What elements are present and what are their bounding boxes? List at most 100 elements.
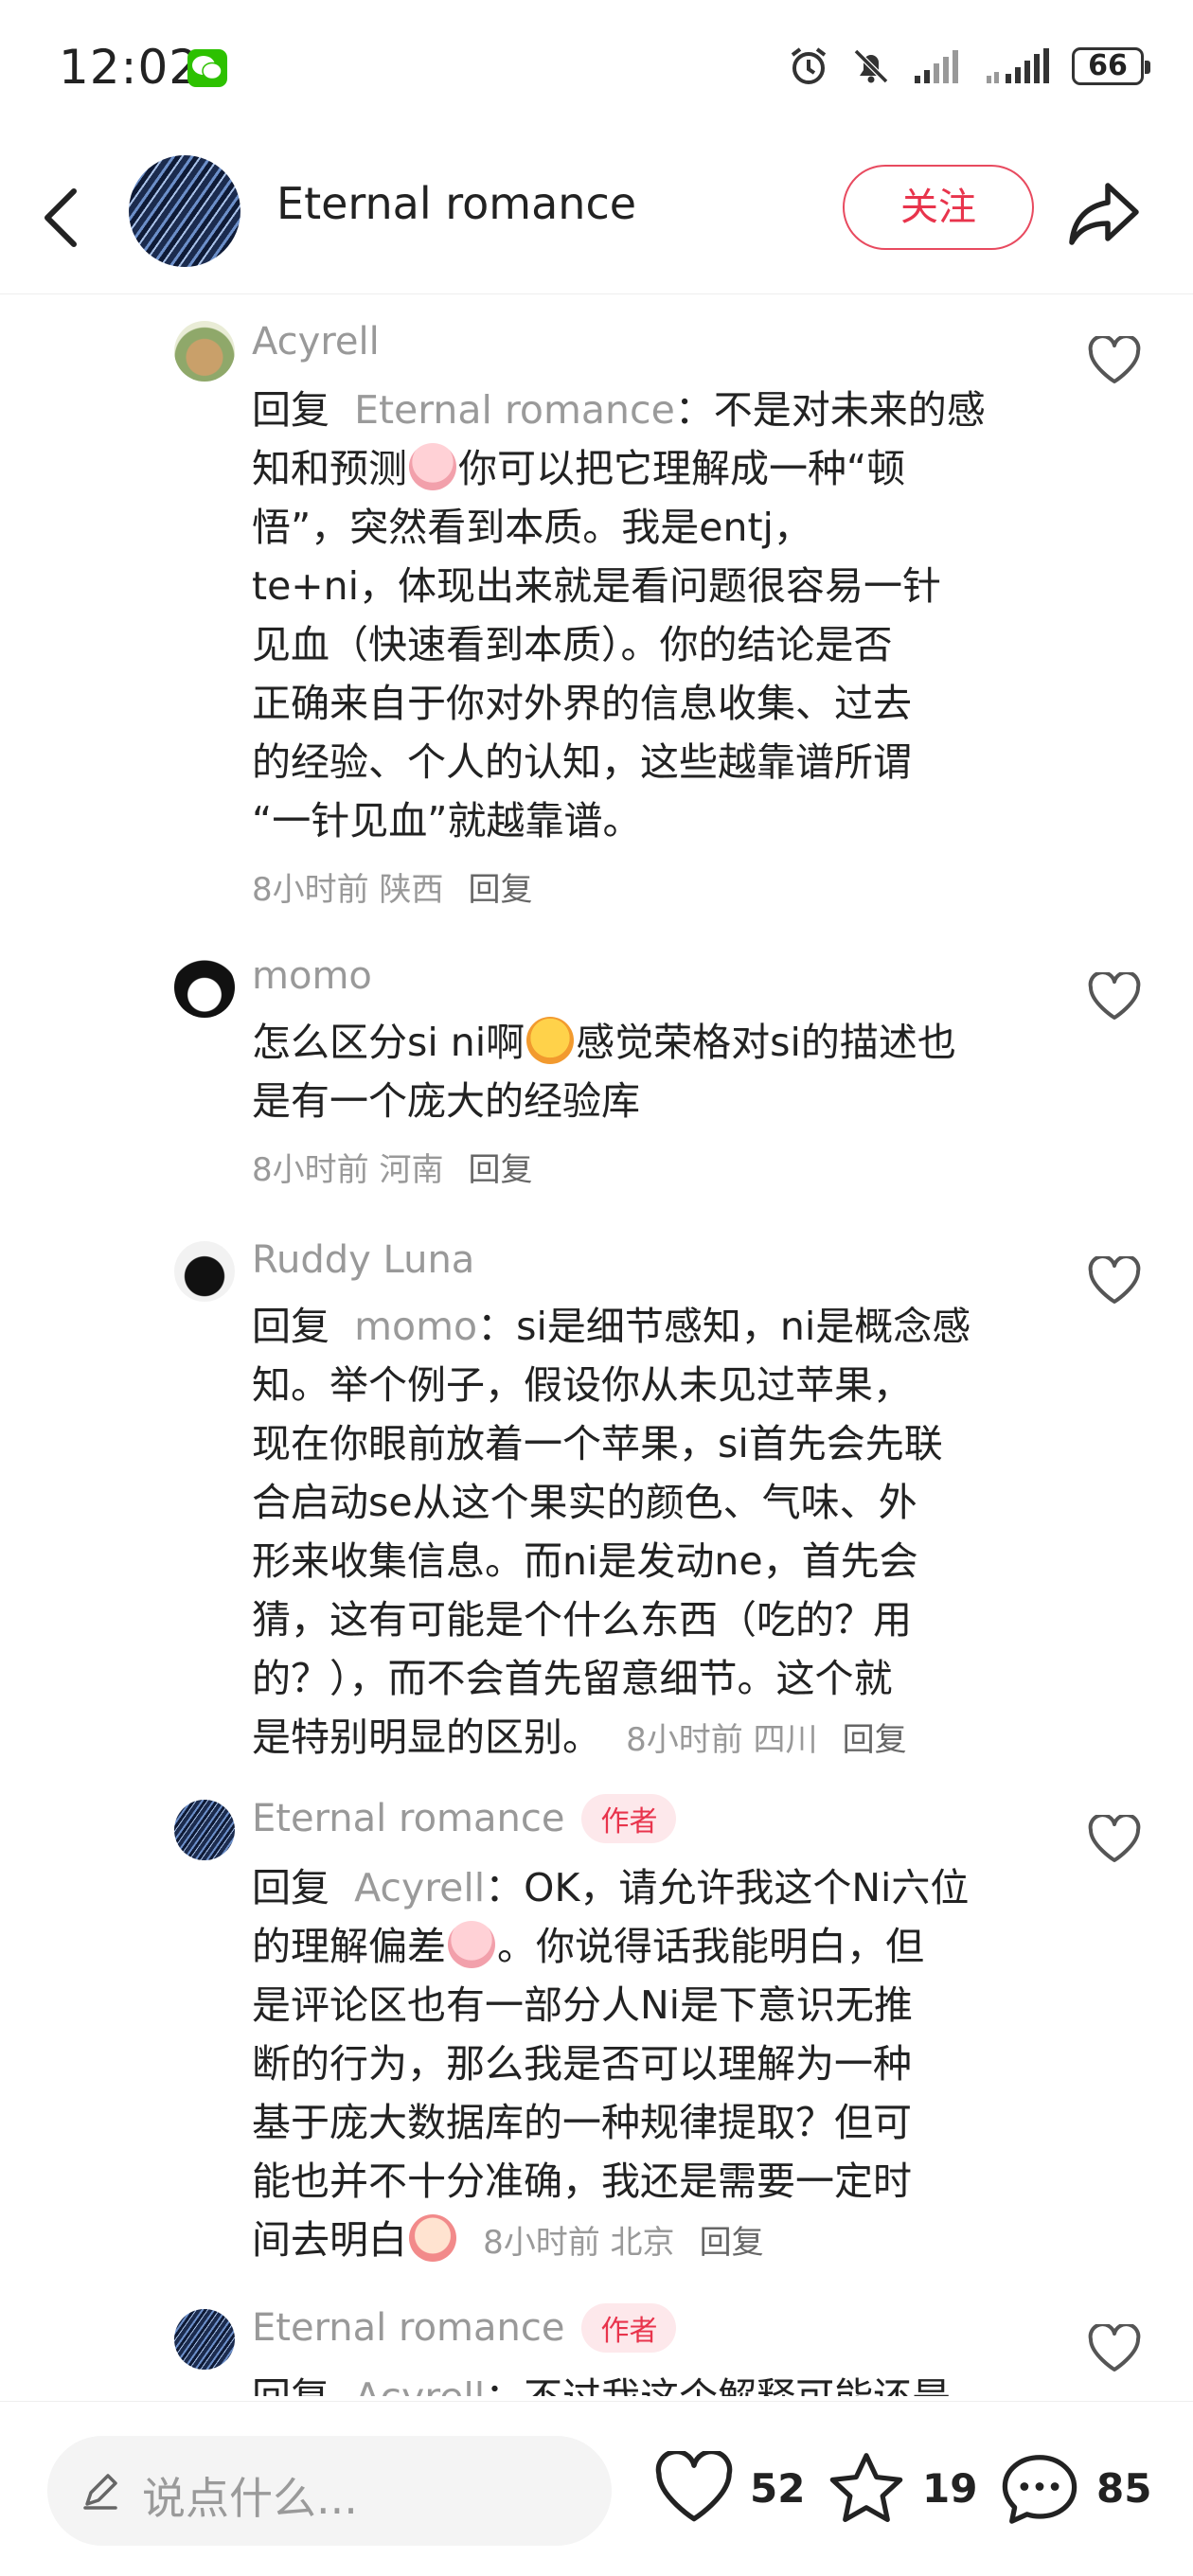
wechat-icon (187, 49, 227, 87)
comment-input-placeholder: 说点什么... (142, 2473, 358, 2524)
reply-button[interactable]: 回复 (469, 1151, 533, 1189)
commenter-name[interactable]: Eternal romance 作者 (252, 1794, 677, 1843)
commenter-name[interactable]: Eternal romance 作者 (252, 2303, 677, 2353)
follow-button[interactable]: 关注 (843, 165, 1034, 250)
comment-text: 回复 Acyrell：OK，请允许我这个Ni六位 的理解偏差 。你说得话我能明白，… (252, 1858, 1028, 2272)
author-avatar[interactable] (129, 155, 240, 267)
comment-line: 的经验、个人的认知，这些越靠谱所谓 (252, 739, 912, 785)
commenter-avatar[interactable] (174, 1800, 235, 1860)
share-icon (1069, 183, 1139, 245)
comment-line: ：OK，请允许我这个Ni六位 (485, 1865, 970, 1910)
comment-line: 合启动se从这个果实的颜色、气味、外 (252, 1480, 917, 1525)
commenter-name[interactable]: momo (252, 954, 372, 998)
comment-text: 回复 Eternal romance：不是对未来的感 知和预测 你可以把它理解成一… (252, 381, 1028, 919)
comment-time-location: 8小时前 北京 (483, 2224, 675, 2262)
heart-icon (1088, 1813, 1141, 1862)
commenter-avatar[interactable] (174, 321, 235, 382)
commenter-avatar[interactable] (174, 1241, 235, 1302)
comment-line: 悟”，突然看到本质。我是entj， (252, 505, 812, 550)
comment-list: Acyrell 回复 Eternal romance：不是对未来的感 知和预测你… (0, 294, 1193, 2396)
heart-icon (1088, 970, 1141, 1020)
heart-icon (655, 2451, 733, 2522)
favorite-button[interactable]: 19 (826, 2436, 977, 2540)
reply-prefix: 回复 (252, 2374, 329, 2396)
chat-bubble-icon (1002, 2455, 1077, 2524)
comment-like-button[interactable] (1087, 970, 1142, 1025)
reply-prefix: 回复 (252, 387, 329, 433)
author-badge: 作者 (581, 1794, 677, 1843)
commenter-name-text: Eternal romance (252, 2306, 565, 2350)
comment-line: 感觉荣格对si的描述也 (576, 1020, 956, 1065)
like-button[interactable]: 52 (653, 2436, 805, 2540)
comment-line: 的理解偏差 (252, 1924, 446, 1969)
comments-button[interactable]: 85 (998, 2436, 1151, 2540)
commenter-name[interactable]: Ruddy Luna (252, 1238, 474, 1282)
share-button[interactable] (1066, 178, 1142, 254)
commenter-name-text: Acyrell (252, 320, 380, 364)
chevron-left-icon (45, 188, 77, 247)
comment-line: 正确来自于你对外界的信息收集、过去 (252, 681, 912, 726)
commenter-avatar[interactable] (174, 2309, 235, 2370)
comment-line: 是评论区也有一部分人Ni是下意识无推 (252, 1982, 914, 2028)
star-icon (829, 2453, 903, 2522)
mute-bell-icon (853, 48, 889, 84)
comment-like-button[interactable] (1087, 2322, 1142, 2377)
smirk-emoji-icon (526, 1017, 575, 1064)
heart-icon (1088, 1254, 1141, 1304)
author-name[interactable]: Eternal romance (276, 178, 636, 229)
heart-icon (1088, 334, 1141, 383)
reply-to-name[interactable]: Acyrell (354, 1865, 485, 1910)
comment-line: 形来收集信息。而ni是发动ne，首先会 (252, 1538, 918, 1584)
bottom-action-bar: 说点什么... 52 19 85 (0, 2401, 1193, 2576)
commenter-name-text: Eternal romance (252, 1797, 565, 1840)
comment-line: 基于庞大数据库的一种规律提取？但可 (252, 2100, 912, 2145)
reply-to-name[interactable]: Eternal romance (354, 387, 675, 433)
battery-indicator: 66 (1072, 47, 1150, 85)
comment-time-location: 8小时前 陕西 (252, 871, 444, 909)
back-button[interactable] (40, 180, 85, 259)
signal-icon (915, 50, 958, 83)
reply-button[interactable]: 回复 (700, 2224, 764, 2262)
commenter-name[interactable]: Acyrell (252, 320, 380, 364)
comment-time-location: 8小时前 四川 (626, 1721, 818, 1759)
comment-line: 间去明白 (252, 2217, 407, 2263)
comment-line: 知和预测 (252, 446, 407, 491)
status-bar: 12:02 66 (0, 0, 1193, 142)
comment-line: 怎么区分si ni啊 (252, 1020, 525, 1065)
comment-line: ：si是细节感知，ni是概念感 (477, 1304, 971, 1349)
reply-button[interactable]: 回复 (469, 871, 533, 909)
author-badge: 作者 (581, 2303, 677, 2353)
comment-time-location: 8小时前 河南 (252, 1151, 444, 1189)
comment-line: 能也并不十分准确，我还是需要一定时 (252, 2159, 912, 2204)
comment-line: 知。举个例子，假设你从未见过苹果， (252, 1362, 912, 1408)
comment-line: ：不过我这个解释可能还是 (485, 2374, 951, 2396)
reply-button[interactable]: 回复 (843, 1721, 907, 1759)
commenter-name-text: momo (252, 954, 372, 998)
comment-like-button[interactable] (1087, 1813, 1142, 1868)
reply-to-name[interactable]: momo (354, 1304, 477, 1349)
comment-text: 回复 Acyrell：不过我这个解释可能还是 (252, 2368, 1028, 2396)
commenter-name-text: Ruddy Luna (252, 1238, 475, 1282)
heart-icon (1088, 2322, 1141, 2372)
alarm-icon (791, 47, 827, 84)
comment-count: 85 (1096, 2464, 1152, 2512)
pencil-icon (83, 2474, 117, 2510)
comment-line: 断的行为，那么我是否可以理解为一种 (252, 2041, 912, 2087)
comment-input[interactable]: 说点什么... (47, 2436, 612, 2546)
comment-line: 的？），而不会首先留意细节。这个就 (252, 1656, 893, 1701)
reply-prefix: 回复 (252, 1865, 329, 1910)
commenter-avatar[interactable] (174, 957, 235, 1018)
like-count: 52 (750, 2464, 806, 2512)
comment-line: 是特别明显的区别。 (252, 1714, 601, 1760)
reply-to-name[interactable]: Acyrell (354, 2374, 485, 2396)
comment-like-button[interactable] (1087, 1254, 1142, 1309)
comment-like-button[interactable] (1087, 334, 1142, 389)
crying-laugh-emoji-icon (409, 443, 456, 490)
comment-line: 见血（快速看到本质）。你的结论是否 (252, 622, 893, 667)
comment-line: 。你说得话我能明白，但 (497, 1924, 924, 1969)
post-header: Eternal romance 关注 (0, 142, 1193, 294)
comment-line: te+ni，体现出来就是看问题很容易一针 (252, 563, 942, 609)
comment-line: ：不是对未来的感 (674, 387, 986, 433)
comment-text: 回复 momo：si是细节感知，ni是概念感 知。举个例子，假设你从未见过苹果，… (252, 1297, 1028, 1769)
comment-line: 现在你眼前放着一个苹果，si首先会先联 (252, 1421, 943, 1466)
